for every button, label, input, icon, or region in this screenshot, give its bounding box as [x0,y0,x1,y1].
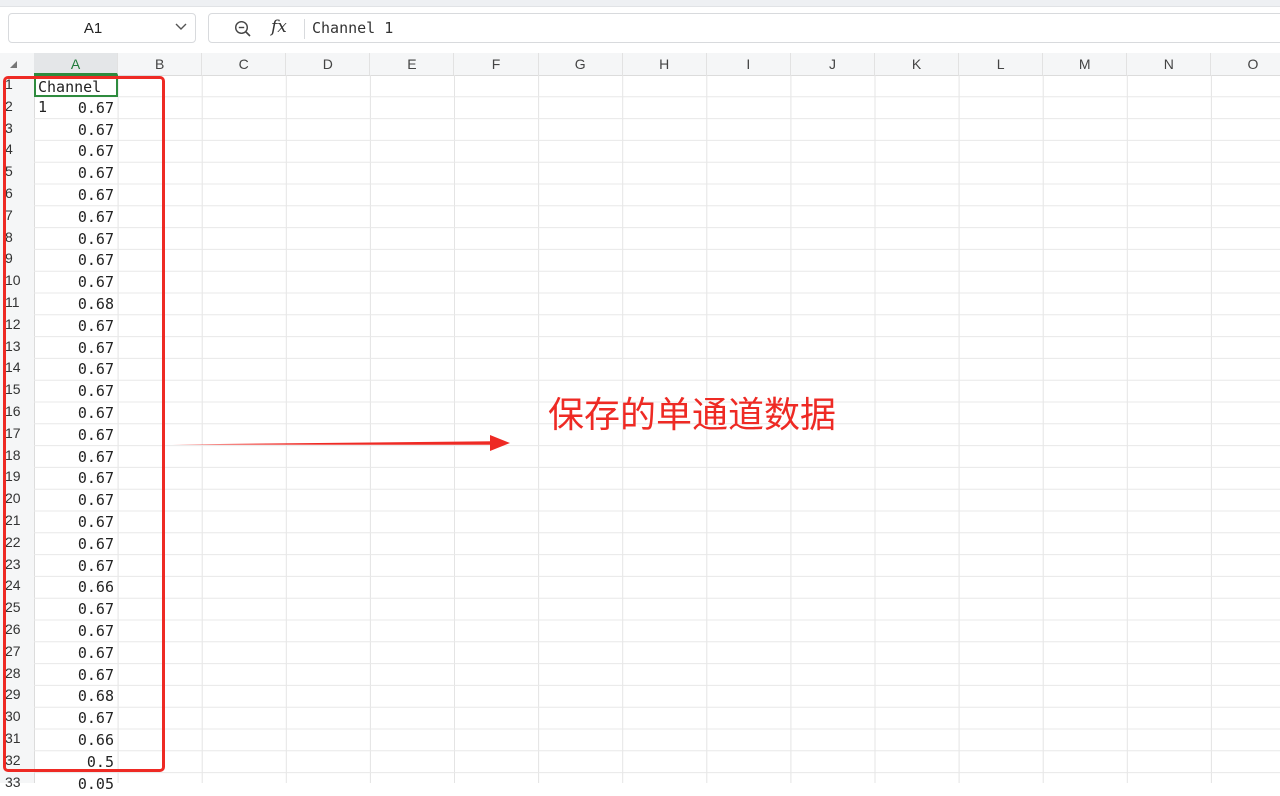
column-header-j[interactable]: J [791,53,875,75]
chevron-down-icon[interactable] [175,20,187,34]
name-box[interactable]: A1 [8,13,196,43]
annotation-arrow [172,435,510,451]
window-top-edge [0,0,1280,7]
column-header-a[interactable]: A [34,53,119,75]
formula-bar[interactable]: fx Channel 1 [208,13,1280,43]
select-all-corner[interactable] [0,53,34,75]
column-header-o[interactable]: O [1211,53,1280,75]
column-header-k[interactable]: K [875,53,960,75]
annotation-label: 保存的单通道数据 [548,395,837,436]
formula-toolbar: A1 fx Channel 1 [0,0,1280,52]
table-cell[interactable]: 0.05 [34,773,118,795]
column-header-c[interactable]: C [202,53,287,75]
annotation-highlight-box [3,76,165,772]
column-header-e[interactable]: E [370,53,455,75]
column-header-f[interactable]: F [455,53,539,75]
column-header-h[interactable]: H [623,53,707,75]
zoom-out-icon[interactable] [234,20,252,38]
column-header-b[interactable]: B [118,53,203,75]
select-all-icon[interactable] [10,61,17,68]
column-header-n[interactable]: N [1127,53,1212,75]
row-header[interactable]: 33 [0,773,34,795]
divider [304,19,305,39]
column-header-i[interactable]: I [707,53,791,75]
column-header-row: ABCDEFGHIJKLMNO [0,53,1280,76]
column-header-d[interactable]: D [286,53,371,75]
name-box-value: A1 [83,20,103,37]
column-header-m[interactable]: M [1043,53,1128,75]
column-header-l[interactable]: L [959,53,1044,75]
column-header-g[interactable]: G [539,53,623,75]
formula-input[interactable]: Channel 1 [312,19,393,37]
function-icon[interactable]: fx [271,17,287,37]
